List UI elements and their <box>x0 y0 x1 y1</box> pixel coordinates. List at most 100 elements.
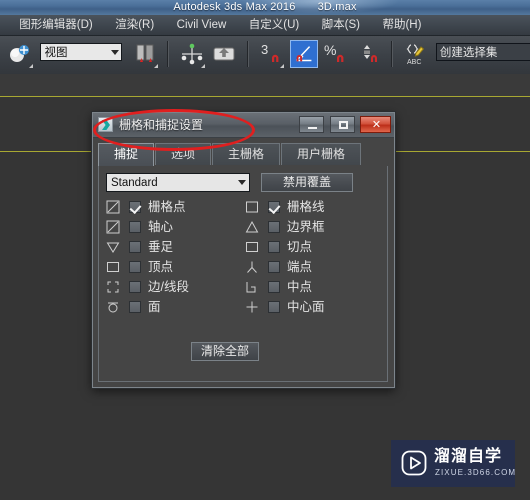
snap-checkbox[interactable] <box>129 201 141 213</box>
menu-item-civil-view[interactable]: Civil View <box>168 15 236 35</box>
endpoint-glyph <box>245 260 259 274</box>
dialog-tabs[interactable]: 捕捉 选项 主栅格 用户栅格 <box>98 143 388 166</box>
snap-options-grid: 栅格点 轴心 垂足 顶点 边/线段 面 栅格线 边界框 切点 端点 中点 中心面 <box>106 198 380 316</box>
menu-item-clipped[interactable]: ) <box>0 15 6 35</box>
snap-checkbox[interactable] <box>268 201 280 213</box>
grid-line-glyph <box>245 200 259 214</box>
main-toolbar[interactable]: 视图 3 % ABC 创建选择集 <box>0 36 530 75</box>
snap-option-label: 边/线段 <box>148 280 189 294</box>
snap-option-midpoint[interactable]: 中点 <box>245 278 380 297</box>
menu-item-graph-editors[interactable]: 图形编辑器(D) <box>10 15 101 35</box>
snap-checkbox[interactable] <box>129 301 141 313</box>
snaps-panel: Standard 禁用覆盖 栅格点 轴心 垂足 顶点 边/线段 面 栅格线 边界… <box>98 166 388 382</box>
snap-option-pivot[interactable]: 轴心 <box>106 218 241 237</box>
menubar[interactable]: ) 图形编辑器(D) 渲染(R) Civil View 自定义(U) 脚本(S)… <box>0 15 530 36</box>
toolbar-separator <box>390 41 393 67</box>
snap-option-face[interactable]: 面 <box>106 298 241 317</box>
named-selection-sets-icon[interactable]: ABC <box>401 40 429 68</box>
titlebar-text: Autodesk 3ds Max 2016 3D.max <box>0 0 530 15</box>
viewport-top-strip <box>0 74 530 96</box>
percent-snap-toggle-icon[interactable]: % <box>322 40 350 68</box>
perpendicular-glyph <box>106 240 120 254</box>
snap-option-label: 切点 <box>287 240 313 254</box>
svg-text:3: 3 <box>261 42 268 57</box>
snap-category-combo[interactable]: Standard <box>106 173 250 192</box>
snap-option-label: 中心面 <box>287 300 325 314</box>
snap-checkbox[interactable] <box>129 281 141 293</box>
svg-text:ABC: ABC <box>407 59 421 66</box>
menu-item-help[interactable]: 帮助(H) <box>373 15 430 35</box>
dialog-titlebar[interactable]: 栅格和捕捉设置 ✕ <box>93 113 394 138</box>
flyout-corner-icon <box>29 64 33 68</box>
menu-item-scripting[interactable]: 脚本(S) <box>313 15 369 35</box>
chevron-down-icon[interactable] <box>238 180 246 185</box>
snap-option-bounding-box[interactable]: 边界框 <box>245 218 380 237</box>
named-selection-set-combo[interactable]: 创建选择集 <box>435 43 530 61</box>
center-face-glyph <box>245 300 259 314</box>
snap-checkbox[interactable] <box>268 241 280 253</box>
viewport-grid-line <box>0 96 530 97</box>
snaps-toggle-3-icon[interactable]: 3 <box>257 40 285 68</box>
snap-checkbox[interactable] <box>129 241 141 253</box>
menu-item-customize[interactable]: 自定义(U) <box>240 15 308 35</box>
watermark-en-text: ZIXUE.3D66.COM <box>435 468 517 477</box>
tangent-glyph <box>245 240 259 254</box>
layer-explorer-icon[interactable] <box>210 40 238 68</box>
snap-category-row: Standard 禁用覆盖 <box>106 173 378 192</box>
grid-point-glyph <box>106 200 120 214</box>
reference-coordinate-combo[interactable]: 视图 <box>40 43 123 61</box>
snap-option-label: 垂足 <box>148 240 174 254</box>
snap-option-label: 端点 <box>287 260 313 274</box>
snap-option-label: 栅格点 <box>148 200 186 214</box>
snap-option-label: 中点 <box>287 280 313 294</box>
tab-home-grid[interactable]: 主栅格 <box>212 143 280 165</box>
disable-override-button[interactable]: 禁用覆盖 <box>261 173 353 192</box>
chevron-down-icon[interactable] <box>111 50 120 55</box>
tab-snaps[interactable]: 捕捉 <box>98 143 154 166</box>
tab-options[interactable]: 选项 <box>155 143 211 165</box>
menu-item-rendering[interactable]: 渲染(R) <box>106 15 163 35</box>
grid-and-snap-settings-dialog[interactable]: 栅格和捕捉设置 ✕ 捕捉 选项 主栅格 用户栅格 Standard 禁用覆盖 栅… <box>92 112 395 388</box>
snap-settings-icon <box>98 117 113 132</box>
snap-option-label: 轴心 <box>148 220 174 234</box>
face-glyph <box>106 300 120 314</box>
minimize-button[interactable] <box>299 116 325 133</box>
snap-option-endpoint[interactable]: 端点 <box>245 258 380 277</box>
dialog-window-buttons[interactable]: ✕ <box>298 116 391 134</box>
snap-checkbox[interactable] <box>268 221 280 233</box>
file-name: 3D.max <box>317 1 357 13</box>
snap-option-label: 面 <box>148 300 161 314</box>
play-logo-icon <box>401 450 427 476</box>
align-icon[interactable] <box>178 40 206 68</box>
maximize-button[interactable] <box>329 116 355 133</box>
snap-checkbox[interactable] <box>268 281 280 293</box>
snap-checkbox[interactable] <box>268 261 280 273</box>
snap-option-grid-points[interactable]: 栅格点 <box>106 198 241 217</box>
snap-checkbox[interactable] <box>129 261 141 273</box>
clear-all-button[interactable]: 清除全部 <box>191 342 259 361</box>
snap-checkbox[interactable] <box>129 221 141 233</box>
snap-option-label: 顶点 <box>148 260 174 274</box>
vertex-glyph <box>106 260 120 274</box>
snap-category-value: Standard <box>111 177 158 189</box>
edge-segment-glyph <box>106 280 120 294</box>
snap-checkbox[interactable] <box>268 301 280 313</box>
watermark-cn-text: 溜溜自学 <box>434 448 503 465</box>
midpoint-glyph <box>245 280 259 294</box>
angle-snap-toggle-icon[interactable] <box>289 40 318 68</box>
app-title: Autodesk 3ds Max 2016 <box>173 1 296 13</box>
app-root: Autodesk 3ds Max 2016 3D.max ) 图形编辑器(D) 渲… <box>0 0 530 500</box>
select-and-link-icon[interactable] <box>6 40 34 68</box>
snap-option-perpendicular[interactable]: 垂足 <box>106 238 241 257</box>
spinner-snap-toggle-icon[interactable] <box>355 40 383 68</box>
flyout-corner-icon <box>280 64 285 68</box>
mirror-icon[interactable] <box>131 40 159 68</box>
snap-option-grid-lines[interactable]: 栅格线 <box>245 198 380 217</box>
flyout-corner-icon <box>153 64 158 68</box>
snap-option-center-face[interactable]: 中心面 <box>245 298 380 317</box>
snap-option-edge-segment[interactable]: 边/线段 <box>106 278 241 297</box>
snap-option-vertex[interactable]: 顶点 <box>106 258 241 277</box>
tab-user-grids[interactable]: 用户栅格 <box>281 143 361 165</box>
snap-option-tangent[interactable]: 切点 <box>245 238 380 257</box>
close-button[interactable]: ✕ <box>360 116 391 133</box>
